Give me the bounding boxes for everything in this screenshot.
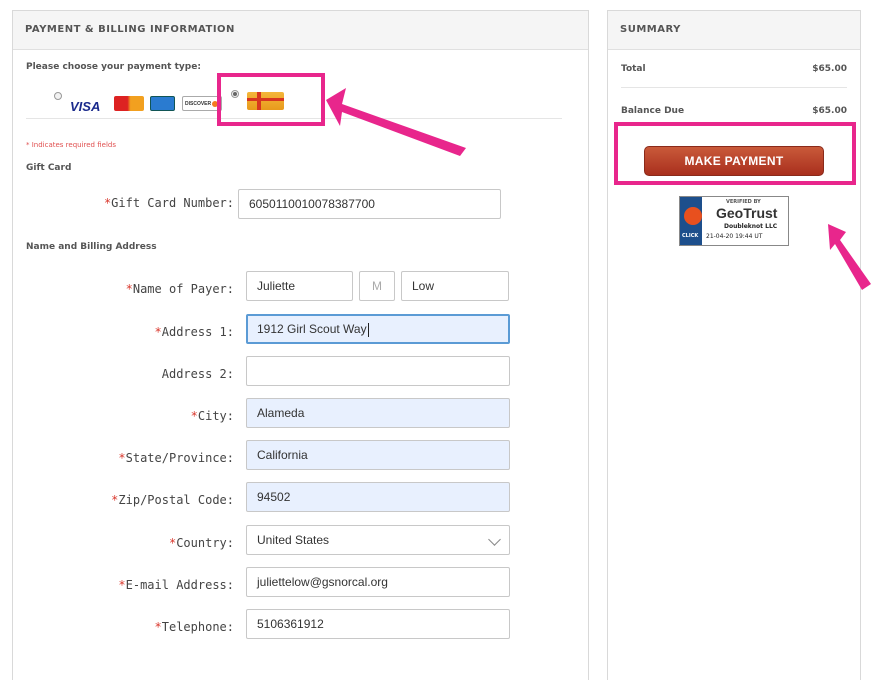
state-input[interactable]: California	[246, 440, 510, 470]
mastercard-icon	[114, 96, 144, 111]
arrow-up-icon	[828, 224, 871, 290]
email-input[interactable]: juliettelow@gsnorcal.org	[246, 567, 510, 597]
name-label: *Name of Payer:	[125, 282, 234, 296]
zip-label: *Zip/Postal Code:	[111, 493, 234, 507]
gift-card-label: *Gift Card Number:	[103, 196, 234, 210]
middle-initial-input[interactable]: M	[359, 271, 395, 301]
gift-card-section-title: Gift Card	[26, 163, 72, 173]
city-label: *City:	[190, 409, 234, 423]
city-input[interactable]: Alameda	[246, 398, 510, 428]
balance-value: $65.00	[812, 106, 847, 116]
last-name-input[interactable]: Low	[401, 271, 509, 301]
country-label: *Country:	[168, 536, 234, 550]
gift-card-number-input[interactable]: 6050110010078387700	[238, 189, 501, 219]
badge-click-text: CLICK	[682, 233, 699, 239]
geotrust-logo-icon	[684, 207, 702, 225]
payment-radio-credit[interactable]	[54, 92, 62, 100]
country-select[interactable]: United States	[246, 525, 510, 555]
state-label: *State/Province:	[118, 451, 234, 465]
phone-input[interactable]: 5106361912	[246, 609, 510, 639]
geotrust-badge[interactable]: VERIFIED BY GeoTrust Doubleknot LLC CLIC…	[679, 196, 789, 246]
zip-input[interactable]: 94502	[246, 482, 510, 512]
address1-input[interactable]: 1912 Girl Scout Way	[246, 314, 510, 344]
highlight-box-gift-card	[217, 73, 325, 126]
payment-type-label: Please choose your payment type:	[26, 62, 201, 72]
highlight-box-make-payment	[614, 122, 856, 185]
total-value: $65.00	[812, 64, 847, 74]
balance-row: Balance Due $65.00	[621, 106, 847, 116]
balance-label: Balance Due	[621, 106, 685, 116]
payment-header: PAYMENT & BILLING INFORMATION	[13, 11, 588, 50]
billing-section-title: Name and Billing Address	[26, 242, 157, 252]
email-label: *E-mail Address:	[118, 578, 234, 592]
visa-icon: VISA	[70, 96, 115, 114]
discover-icon: DISCOVER	[182, 96, 222, 111]
total-row: Total $65.00	[621, 64, 847, 74]
badge-brand-text: GeoTrust	[716, 205, 778, 221]
arrow-left-icon	[326, 88, 466, 156]
phone-label: *Telephone:	[154, 620, 234, 634]
chevron-down-icon	[488, 533, 501, 546]
total-label: Total	[621, 64, 646, 74]
first-name-input[interactable]: Juliette	[246, 271, 353, 301]
badge-owner-text: Doubleknot LLC	[724, 223, 778, 230]
amex-icon	[150, 96, 175, 111]
summary-divider	[621, 87, 847, 88]
required-note: * Indicates required fields	[26, 141, 116, 149]
badge-stamp-text: 21-04-20 19:44 UT	[706, 233, 763, 240]
address1-label: *Address 1:	[154, 325, 234, 339]
address2-label: Address 2:	[161, 367, 234, 381]
address2-input[interactable]	[246, 356, 510, 386]
summary-header: SUMMARY	[608, 11, 860, 50]
